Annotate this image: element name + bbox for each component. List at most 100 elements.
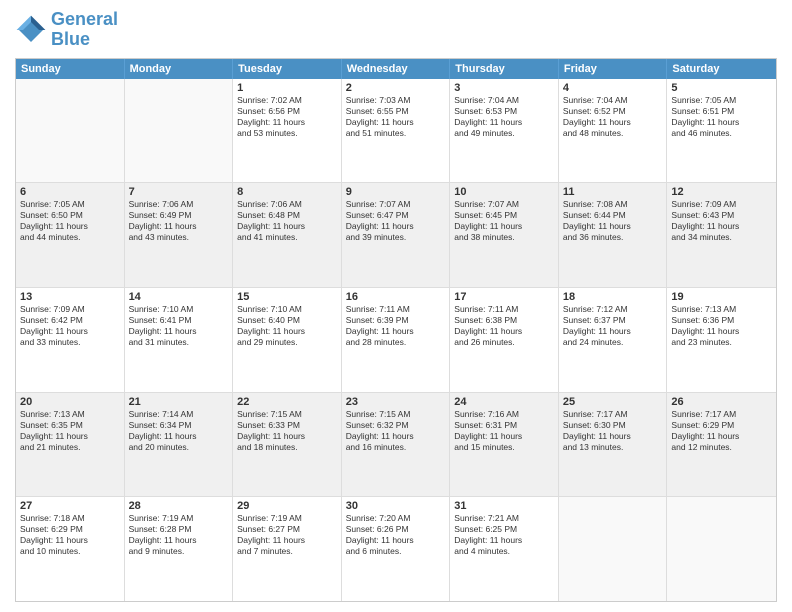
calendar-cell-3: 2Sunrise: 7:03 AMSunset: 6:55 PMDaylight…	[342, 79, 451, 183]
day-number: 25	[563, 396, 663, 408]
day-number: 16	[346, 291, 446, 303]
calendar-cell-24: 23Sunrise: 7:15 AMSunset: 6:32 PMDayligh…	[342, 393, 451, 497]
day-number: 29	[237, 500, 337, 512]
day-number: 1	[237, 82, 337, 94]
cell-info: Sunrise: 7:07 AMSunset: 6:45 PMDaylight:…	[454, 199, 554, 243]
cell-info: Sunrise: 7:05 AMSunset: 6:51 PMDaylight:…	[671, 95, 772, 139]
calendar: SundayMondayTuesdayWednesdayThursdayFrid…	[15, 58, 777, 602]
calendar-cell-33	[559, 497, 668, 601]
logo-icon	[15, 14, 47, 46]
cell-info: Sunrise: 7:18 AMSunset: 6:29 PMDaylight:…	[20, 513, 120, 557]
cell-info: Sunrise: 7:19 AMSunset: 6:27 PMDaylight:…	[237, 513, 337, 557]
header-day-tuesday: Tuesday	[233, 59, 342, 79]
day-number: 12	[671, 186, 772, 198]
calendar-cell-22: 21Sunrise: 7:14 AMSunset: 6:34 PMDayligh…	[125, 393, 234, 497]
day-number: 2	[346, 82, 446, 94]
calendar-body: 1Sunrise: 7:02 AMSunset: 6:56 PMDaylight…	[16, 79, 776, 601]
day-number: 23	[346, 396, 446, 408]
cell-info: Sunrise: 7:05 AMSunset: 6:50 PMDaylight:…	[20, 199, 120, 243]
header-day-monday: Monday	[125, 59, 234, 79]
day-number: 14	[129, 291, 229, 303]
calendar-cell-13: 12Sunrise: 7:09 AMSunset: 6:43 PMDayligh…	[667, 183, 776, 287]
cell-info: Sunrise: 7:09 AMSunset: 6:43 PMDaylight:…	[671, 199, 772, 243]
cell-info: Sunrise: 7:15 AMSunset: 6:33 PMDaylight:…	[237, 409, 337, 453]
day-number: 22	[237, 396, 337, 408]
cell-info: Sunrise: 7:16 AMSunset: 6:31 PMDaylight:…	[454, 409, 554, 453]
cell-info: Sunrise: 7:07 AMSunset: 6:47 PMDaylight:…	[346, 199, 446, 243]
cell-info: Sunrise: 7:14 AMSunset: 6:34 PMDaylight:…	[129, 409, 229, 453]
calendar-cell-5: 4Sunrise: 7:04 AMSunset: 6:52 PMDaylight…	[559, 79, 668, 183]
calendar-cell-14: 13Sunrise: 7:09 AMSunset: 6:42 PMDayligh…	[16, 288, 125, 392]
calendar-week-2: 6Sunrise: 7:05 AMSunset: 6:50 PMDaylight…	[16, 182, 776, 287]
cell-info: Sunrise: 7:06 AMSunset: 6:49 PMDaylight:…	[129, 199, 229, 243]
day-number: 19	[671, 291, 772, 303]
calendar-cell-15: 14Sunrise: 7:10 AMSunset: 6:41 PMDayligh…	[125, 288, 234, 392]
cell-info: Sunrise: 7:06 AMSunset: 6:48 PMDaylight:…	[237, 199, 337, 243]
calendar-cell-7: 6Sunrise: 7:05 AMSunset: 6:50 PMDaylight…	[16, 183, 125, 287]
calendar-cell-19: 18Sunrise: 7:12 AMSunset: 6:37 PMDayligh…	[559, 288, 668, 392]
header-day-sunday: Sunday	[16, 59, 125, 79]
calendar-cell-16: 15Sunrise: 7:10 AMSunset: 6:40 PMDayligh…	[233, 288, 342, 392]
calendar-cell-12: 11Sunrise: 7:08 AMSunset: 6:44 PMDayligh…	[559, 183, 668, 287]
page: General Blue SundayMondayTuesdayWednesda…	[0, 0, 792, 612]
calendar-cell-20: 19Sunrise: 7:13 AMSunset: 6:36 PMDayligh…	[667, 288, 776, 392]
calendar-week-5: 27Sunrise: 7:18 AMSunset: 6:29 PMDayligh…	[16, 496, 776, 601]
day-number: 30	[346, 500, 446, 512]
day-number: 3	[454, 82, 554, 94]
day-number: 10	[454, 186, 554, 198]
calendar-cell-0	[16, 79, 125, 183]
calendar-cell-25: 24Sunrise: 7:16 AMSunset: 6:31 PMDayligh…	[450, 393, 559, 497]
day-number: 7	[129, 186, 229, 198]
header-day-wednesday: Wednesday	[342, 59, 451, 79]
calendar-cell-34	[667, 497, 776, 601]
calendar-cell-6: 5Sunrise: 7:05 AMSunset: 6:51 PMDaylight…	[667, 79, 776, 183]
calendar-week-4: 20Sunrise: 7:13 AMSunset: 6:35 PMDayligh…	[16, 392, 776, 497]
day-number: 6	[20, 186, 120, 198]
cell-info: Sunrise: 7:19 AMSunset: 6:28 PMDaylight:…	[129, 513, 229, 557]
calendar-cell-18: 17Sunrise: 7:11 AMSunset: 6:38 PMDayligh…	[450, 288, 559, 392]
cell-info: Sunrise: 7:03 AMSunset: 6:55 PMDaylight:…	[346, 95, 446, 139]
calendar-cell-28: 27Sunrise: 7:18 AMSunset: 6:29 PMDayligh…	[16, 497, 125, 601]
cell-info: Sunrise: 7:09 AMSunset: 6:42 PMDaylight:…	[20, 304, 120, 348]
day-number: 13	[20, 291, 120, 303]
calendar-header: SundayMondayTuesdayWednesdayThursdayFrid…	[16, 59, 776, 79]
calendar-week-3: 13Sunrise: 7:09 AMSunset: 6:42 PMDayligh…	[16, 287, 776, 392]
cell-info: Sunrise: 7:10 AMSunset: 6:40 PMDaylight:…	[237, 304, 337, 348]
calendar-cell-21: 20Sunrise: 7:13 AMSunset: 6:35 PMDayligh…	[16, 393, 125, 497]
cell-info: Sunrise: 7:13 AMSunset: 6:35 PMDaylight:…	[20, 409, 120, 453]
calendar-cell-2: 1Sunrise: 7:02 AMSunset: 6:56 PMDaylight…	[233, 79, 342, 183]
header-day-friday: Friday	[559, 59, 668, 79]
calendar-cell-30: 29Sunrise: 7:19 AMSunset: 6:27 PMDayligh…	[233, 497, 342, 601]
cell-info: Sunrise: 7:17 AMSunset: 6:30 PMDaylight:…	[563, 409, 663, 453]
header: General Blue	[15, 10, 777, 50]
cell-info: Sunrise: 7:08 AMSunset: 6:44 PMDaylight:…	[563, 199, 663, 243]
calendar-cell-26: 25Sunrise: 7:17 AMSunset: 6:30 PMDayligh…	[559, 393, 668, 497]
calendar-cell-31: 30Sunrise: 7:20 AMSunset: 6:26 PMDayligh…	[342, 497, 451, 601]
header-day-saturday: Saturday	[667, 59, 776, 79]
calendar-cell-10: 9Sunrise: 7:07 AMSunset: 6:47 PMDaylight…	[342, 183, 451, 287]
day-number: 24	[454, 396, 554, 408]
day-number: 27	[20, 500, 120, 512]
calendar-cell-32: 31Sunrise: 7:21 AMSunset: 6:25 PMDayligh…	[450, 497, 559, 601]
cell-info: Sunrise: 7:21 AMSunset: 6:25 PMDaylight:…	[454, 513, 554, 557]
day-number: 11	[563, 186, 663, 198]
day-number: 26	[671, 396, 772, 408]
day-number: 17	[454, 291, 554, 303]
cell-info: Sunrise: 7:11 AMSunset: 6:38 PMDaylight:…	[454, 304, 554, 348]
day-number: 5	[671, 82, 772, 94]
calendar-cell-17: 16Sunrise: 7:11 AMSunset: 6:39 PMDayligh…	[342, 288, 451, 392]
cell-info: Sunrise: 7:15 AMSunset: 6:32 PMDaylight:…	[346, 409, 446, 453]
cell-info: Sunrise: 7:20 AMSunset: 6:26 PMDaylight:…	[346, 513, 446, 557]
cell-info: Sunrise: 7:13 AMSunset: 6:36 PMDaylight:…	[671, 304, 772, 348]
cell-info: Sunrise: 7:12 AMSunset: 6:37 PMDaylight:…	[563, 304, 663, 348]
day-number: 4	[563, 82, 663, 94]
cell-info: Sunrise: 7:04 AMSunset: 6:52 PMDaylight:…	[563, 95, 663, 139]
calendar-cell-29: 28Sunrise: 7:19 AMSunset: 6:28 PMDayligh…	[125, 497, 234, 601]
cell-info: Sunrise: 7:04 AMSunset: 6:53 PMDaylight:…	[454, 95, 554, 139]
calendar-cell-11: 10Sunrise: 7:07 AMSunset: 6:45 PMDayligh…	[450, 183, 559, 287]
cell-info: Sunrise: 7:02 AMSunset: 6:56 PMDaylight:…	[237, 95, 337, 139]
cell-info: Sunrise: 7:11 AMSunset: 6:39 PMDaylight:…	[346, 304, 446, 348]
day-number: 9	[346, 186, 446, 198]
day-number: 18	[563, 291, 663, 303]
calendar-cell-4: 3Sunrise: 7:04 AMSunset: 6:53 PMDaylight…	[450, 79, 559, 183]
